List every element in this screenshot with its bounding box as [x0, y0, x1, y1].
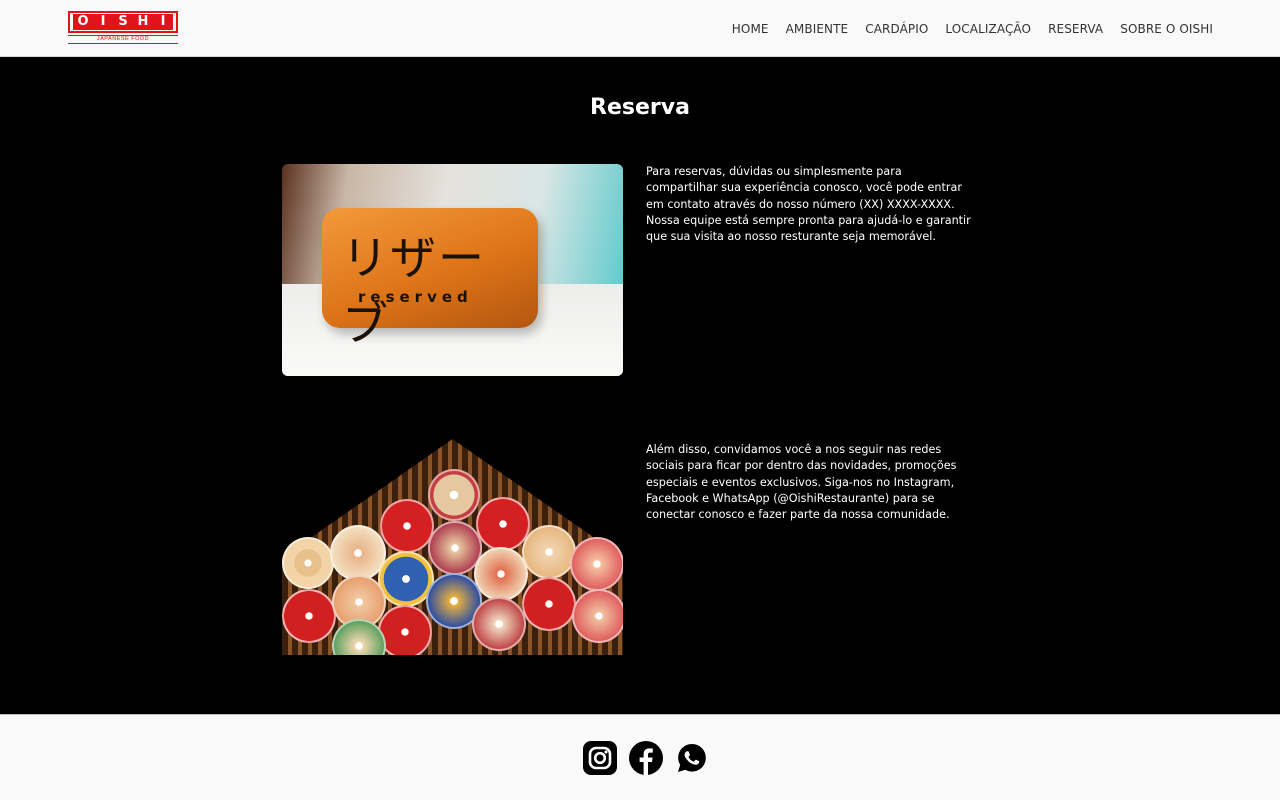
reservation-paragraph: Para reservas, dúvidas ou simplesmente p… — [646, 165, 971, 244]
logo-subtitle: JAPANESE FOOD — [68, 35, 178, 44]
nav-ambiente[interactable]: AMBIENTE — [786, 22, 849, 36]
nav-home[interactable]: HOME — [732, 22, 769, 36]
site-header: O I S H I JAPANESE FOOD HOME AMBIENTE CA… — [0, 0, 1280, 57]
nav-sobre[interactable]: SOBRE O OISHI — [1120, 22, 1213, 36]
logo-letter-o: O — [73, 14, 93, 30]
whatsapp-icon[interactable] — [675, 741, 709, 775]
logo-letter-i2: I — [153, 14, 173, 30]
logo-letter-s: S — [113, 14, 133, 30]
oishi-logo[interactable]: O I S H I JAPANESE FOOD — [68, 11, 178, 44]
reserved-sign: リザーブ reserved — [322, 208, 538, 351]
nav-cardapio[interactable]: CARDÁPIO — [865, 22, 928, 36]
site-footer — [0, 714, 1280, 800]
instagram-icon[interactable] — [583, 741, 617, 775]
umbrellas-image — [282, 439, 623, 655]
logo-letter-h: H — [133, 14, 153, 30]
nav-localizacao[interactable]: LOCALIZAÇÃO — [945, 22, 1031, 36]
social-paragraph: Além disso, convidamos você a nos seguir… — [646, 443, 957, 522]
reserved-sign-image: リザーブ reserved — [282, 164, 623, 376]
page-title: Reserva — [590, 95, 690, 120]
reserva-section: Reserva リザーブ reserved Para reservas, dúv… — [0, 57, 1280, 714]
main-nav: HOME AMBIENTE CARDÁPIO LOCALIZAÇÃO RESER… — [732, 0, 1213, 57]
logo-letter-i: I — [93, 14, 113, 30]
social-links — [583, 741, 709, 775]
facebook-icon[interactable] — [629, 741, 663, 775]
reserved-en-text: reserved — [358, 288, 473, 306]
nav-reserva[interactable]: RESERVA — [1048, 22, 1103, 36]
